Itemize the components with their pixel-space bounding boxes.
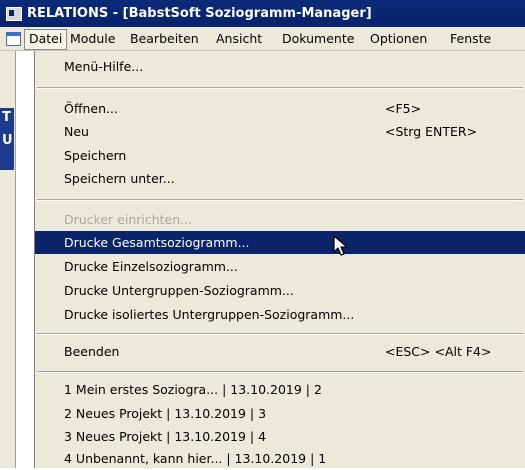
menu-item-label: 3 Neues Projekt | 13.10.2019 | 4	[64, 429, 267, 444]
document-window-icon[interactable]	[6, 32, 21, 46]
menu-item-print-single[interactable]: Drucke Einzelsoziogramm...	[35, 255, 525, 278]
menu-item-print-subgroup[interactable]: Drucke Untergruppen-Soziogramm...	[35, 279, 525, 302]
menu-item-label: Speichern	[64, 148, 127, 163]
menu-item-label: Drucke isoliertes Untergruppen-Soziogram…	[64, 307, 355, 322]
menu-item-label: Drucker einrichten...	[64, 212, 193, 227]
menu-item-label: Drucke Untergruppen-Soziogramm...	[64, 283, 294, 298]
menu-optionen[interactable]: Optionen	[366, 29, 431, 48]
menu-bar: Datei Module Bearbeiten Ansicht Dokument…	[0, 27, 525, 51]
menu-item-help[interactable]: Menü-Hilfe...	[35, 55, 525, 78]
background-window-title: T U	[0, 108, 14, 170]
datei-dropdown-menu: Menü-Hilfe... Öffnen... <F5> Neu <Strg E…	[34, 51, 525, 468]
menu-bearbeiten[interactable]: Bearbeiten	[126, 29, 203, 48]
menu-item-save[interactable]: Speichern	[35, 144, 525, 167]
menu-item-label: Menü-Hilfe...	[64, 59, 144, 74]
menu-item-shortcut: <F5>	[385, 101, 422, 116]
menu-item-recent-1[interactable]: 1 Mein erstes Soziogra... | 13.10.2019 |…	[35, 378, 525, 401]
menu-item-label: 2 Neues Projekt | 13.10.2019 | 3	[64, 406, 267, 421]
background-letter: T	[2, 110, 11, 125]
menu-item-label: Drucke Gesamtsoziogramm...	[64, 235, 250, 250]
menu-separator	[37, 87, 523, 89]
menu-separator	[37, 371, 523, 373]
menu-ansicht[interactable]: Ansicht	[212, 29, 266, 48]
menu-item-shortcut: <Strg ENTER>	[385, 124, 478, 139]
menu-item-label: 1 Mein erstes Soziogra... | 13.10.2019 |…	[64, 382, 322, 397]
menu-item-label: Öffnen...	[64, 101, 118, 116]
mouse-cursor-icon	[333, 235, 348, 256]
menu-item-recent-2[interactable]: 2 Neues Projekt | 13.10.2019 | 3	[35, 402, 525, 425]
menu-separator	[37, 199, 523, 201]
menu-separator	[37, 333, 523, 335]
menu-item-recent-3[interactable]: 3 Neues Projekt | 13.10.2019 | 4	[35, 425, 525, 448]
menu-item-print-total[interactable]: Drucke Gesamtsoziogramm...	[35, 231, 525, 254]
menu-item-new[interactable]: Neu <Strg ENTER>	[35, 120, 525, 143]
menu-datei[interactable]: Datei	[24, 29, 68, 50]
title-bar: RELATIONS - [BabstSoft Soziogramm-Manage…	[0, 0, 525, 27]
menu-item-save-as[interactable]: Speichern unter...	[35, 167, 525, 190]
menu-fenster[interactable]: Fenste	[446, 29, 495, 48]
menu-item-label: Neu	[64, 124, 89, 139]
menu-item-label: Drucke Einzelsoziogramm...	[64, 259, 238, 274]
window-title: RELATIONS - [BabstSoft Soziogramm-Manage…	[27, 6, 372, 21]
menu-item-label: Beenden	[64, 344, 120, 359]
menu-item-recent-4[interactable]: 4 Unbenannt, kann hier... | 13.10.2019 |…	[35, 447, 525, 470]
menu-dokumente[interactable]: Dokumente	[278, 29, 358, 48]
menu-item-label: Speichern unter...	[64, 171, 175, 186]
menu-item-printer-setup: Drucker einrichten...	[35, 208, 525, 231]
menu-item-exit[interactable]: Beenden <ESC> <Alt F4>	[35, 340, 525, 363]
menu-module[interactable]: Module	[66, 29, 119, 48]
app-icon[interactable]	[6, 7, 22, 21]
background-letter: U	[2, 133, 13, 148]
menu-item-open[interactable]: Öffnen... <F5>	[35, 97, 525, 120]
menu-item-label: 4 Unbenannt, kann hier... | 13.10.2019 |…	[64, 451, 327, 466]
menu-item-print-isolated[interactable]: Drucke isoliertes Untergruppen-Soziogram…	[35, 303, 525, 326]
menu-item-shortcut: <ESC> <Alt F4>	[385, 344, 492, 359]
